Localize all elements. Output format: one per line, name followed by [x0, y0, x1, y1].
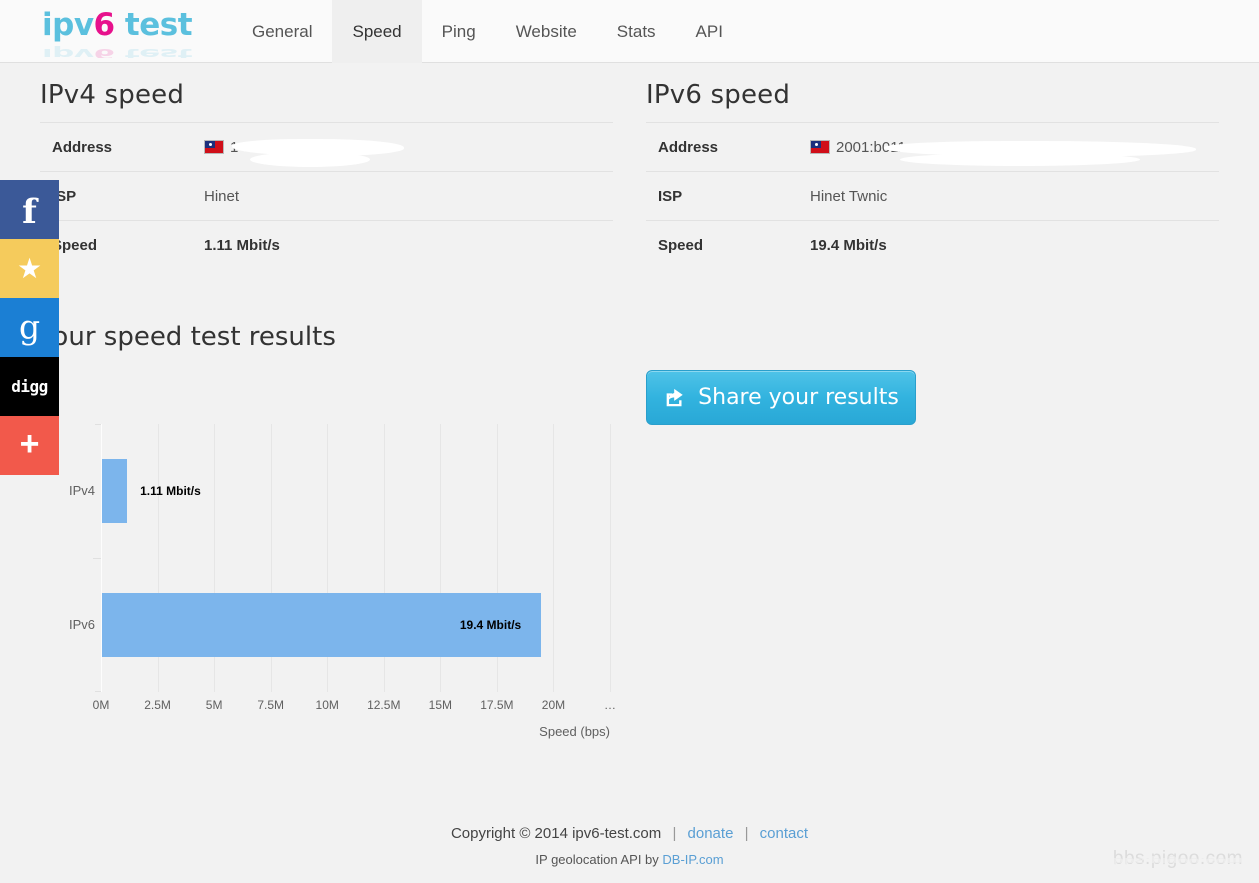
- chart-axis-cap: [95, 691, 101, 692]
- ipv4-speed-value: 1.11 Mbit/s: [204, 236, 280, 254]
- logo-reflection-part3: test: [114, 45, 193, 58]
- chart-x-axis-title: Speed (bps): [539, 724, 610, 739]
- speed-results-chart: Your speed test results IPv4 1.11 Mbit/s I…: [40, 322, 620, 739]
- ipv6-isp-label: ISP: [658, 187, 683, 205]
- footer-separator-1: |: [672, 825, 677, 842]
- table-row: Address 2001:b011:: [646, 122, 1219, 172]
- share-button-label: Share your results: [698, 385, 899, 410]
- logo-text-six: 6: [93, 8, 116, 43]
- plus-icon: +: [19, 425, 40, 463]
- facebook-icon: f: [22, 191, 37, 232]
- table-row: Speed 19.4 Mbit/s: [646, 220, 1219, 270]
- google-share-button[interactable]: g: [0, 298, 59, 357]
- ipv6-info-table: Address 2001:b011: ISP Hinet Twnic Speed…: [646, 122, 1219, 269]
- nav-item-speed[interactable]: Speed: [332, 0, 422, 63]
- logo-reflection-six: 6: [93, 45, 115, 58]
- chart-tick-label: 2.5M: [144, 698, 171, 712]
- main-navigation: General Speed Ping Website Stats API: [232, 0, 743, 63]
- ipv6-isp-value: Hinet Twnic: [810, 187, 888, 205]
- ipv4-address-label: Address: [52, 138, 113, 156]
- site-logo[interactable]: ipv6 test ipv6 test: [42, 8, 217, 58]
- ipv6-speed-value: 19.4 Mbit/s: [810, 236, 887, 254]
- ipv6-address-label: Address: [658, 138, 719, 156]
- table-row: ISP Hinet: [40, 171, 613, 221]
- chart-category-label-ipv4: IPv4: [68, 483, 95, 498]
- ipv6-address-text: 2001:b011:: [836, 138, 910, 156]
- table-row: Address 1: [40, 122, 613, 172]
- chart-tick-label: 0M: [92, 698, 110, 712]
- logo-reflection-part1: ipv: [42, 45, 94, 58]
- star-icon: ★: [16, 252, 43, 284]
- page-watermark-reflection: bbs.pigoo.com: [1112, 855, 1243, 867]
- digg-icon: digg: [11, 377, 48, 396]
- ipv4-address-value: 1: [192, 123, 613, 172]
- footer-donate-link[interactable]: donate: [688, 825, 734, 842]
- footer-copyright-line: Copyright © 2014 ipv6-test.com | donate …: [0, 820, 1259, 848]
- favorite-button[interactable]: ★: [0, 239, 59, 298]
- taiwan-flag-icon: [204, 139, 224, 154]
- ipv4-speed-panel: IPv4 speed Address 1 ISP Hinet Speed 1.1…: [40, 80, 613, 269]
- logo-text-part3: test: [114, 8, 193, 43]
- ipv6-panel-title: IPv6 speed: [646, 80, 791, 110]
- more-share-button[interactable]: +: [0, 416, 59, 475]
- chart-bar-ipv4[interactable]: [102, 459, 128, 523]
- logo-reflection: ipv6 test: [42, 45, 217, 58]
- logo-text: ipv6 test: [42, 8, 217, 42]
- chart-title: Your speed test results: [40, 322, 336, 352]
- chart-value-label-ipv4: 1.11 Mbit/s: [140, 484, 201, 498]
- chart-tick-label: …: [604, 698, 616, 712]
- chart-gridline: [610, 424, 611, 692]
- chart-canvas: IPv4 1.11 Mbit/s IPv6 19.4 Mbit/s 0M 2.5M 5M 7.…: [40, 368, 616, 739]
- chart-tick-label: 7.5M: [257, 698, 284, 712]
- nav-item-general[interactable]: General: [232, 0, 332, 63]
- chart-tick-label: 20M: [541, 698, 566, 712]
- footer-contact-link[interactable]: contact: [760, 825, 808, 842]
- ipv6-speed-panel: IPv6 speed Address 2001:b011: ISP Hinet …: [646, 80, 1219, 269]
- nav-item-website[interactable]: Website: [496, 0, 597, 63]
- taiwan-flag-icon: [810, 139, 830, 154]
- table-row: Speed 1.11 Mbit/s: [40, 220, 613, 270]
- chart-category-label-ipv6: IPv6: [68, 617, 95, 632]
- site-footer: Copyright © 2014 ipv6-test.com | donate …: [0, 820, 1259, 872]
- chart-value-label-ipv6: 19.4 Mbit/s: [459, 618, 522, 632]
- chart-gridline: [553, 424, 555, 692]
- site-header: ipv6 test ipv6 test General Speed Ping W…: [0, 0, 1259, 63]
- ipv6-address-value: 2001:b011:: [798, 123, 1219, 172]
- facebook-share-button[interactable]: f: [0, 180, 59, 239]
- share-results-button[interactable]: Share your results: [646, 370, 916, 425]
- ipv4-speed-label: Speed: [52, 236, 98, 254]
- chart-tick-label: 5M: [205, 698, 223, 712]
- nav-item-stats[interactable]: Stats: [597, 0, 676, 63]
- chart-tick-label: 17.5M: [480, 698, 514, 712]
- ipv4-info-table: Address 1 ISP Hinet Speed 1.11 Mbit/s: [40, 122, 613, 269]
- ipv6-speed-label: Speed: [658, 236, 704, 254]
- table-row: ISP Hinet Twnic: [646, 171, 1219, 221]
- ipv4-address-text: 1: [230, 138, 239, 156]
- ipv4-isp-label: ISP: [52, 187, 77, 205]
- chart-axis-tick: [93, 558, 101, 559]
- ipv4-isp-value: Hinet: [204, 187, 240, 205]
- share-icon: [666, 388, 683, 406]
- chart-plot-area: IPv4 1.11 Mbit/s IPv6 19.4 Mbit/s 0M 2.5M 5M 7.…: [69, 424, 616, 712]
- chart-tick-label: 10M: [315, 698, 339, 712]
- nav-item-api[interactable]: API: [676, 0, 743, 63]
- google-icon: g: [18, 307, 41, 346]
- footer-copyright: Copyright © 2014 ipv6-test.com: [450, 825, 662, 842]
- chart-tick-label: 15M: [428, 698, 452, 712]
- chart-tick-label: 12.5M: [367, 698, 401, 712]
- footer-dbip-link[interactable]: DB-IP.com: [662, 852, 723, 867]
- logo-text-part1: ipv: [42, 8, 94, 43]
- nav-item-ping[interactable]: Ping: [422, 0, 496, 63]
- chart-axis-cap: [95, 424, 101, 425]
- footer-geo-line: IP geolocation API by DB-IP.com: [0, 848, 1259, 872]
- digg-share-button[interactable]: digg: [0, 357, 59, 416]
- social-share-bar: f ★ g digg +: [0, 180, 59, 475]
- footer-geo-prefix: IP geolocation API by: [535, 852, 663, 867]
- footer-separator-2: |: [744, 825, 749, 842]
- ipv4-panel-title: IPv4 speed: [40, 80, 185, 110]
